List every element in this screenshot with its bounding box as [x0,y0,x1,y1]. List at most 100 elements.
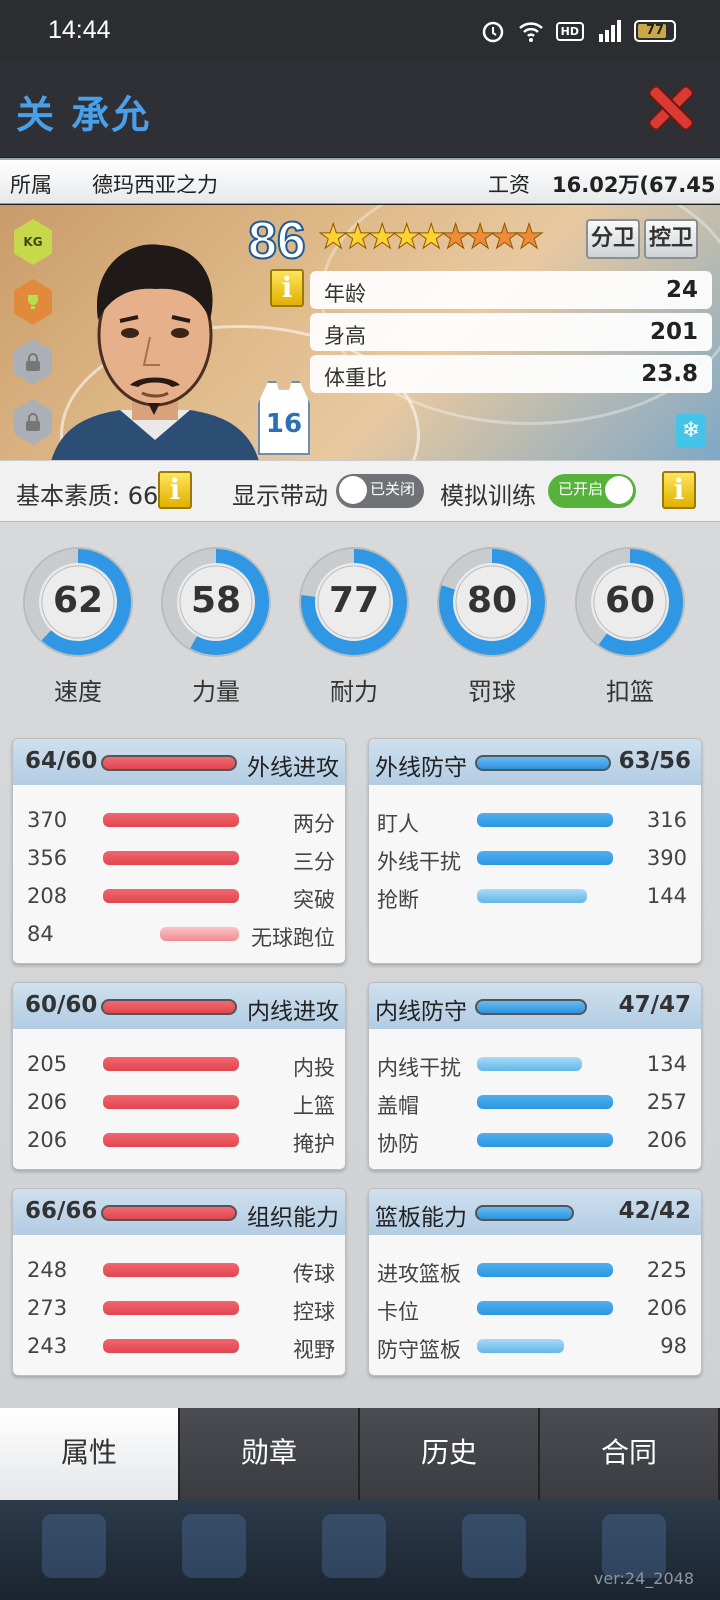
card-inside-defense: 47/47 内线防守 134 内线干扰 257 盖帽 206 协防 [368,982,702,1170]
signal-icon [599,20,621,42]
stat-row: 98 防守篮板 [369,1327,701,1365]
tab-contract[interactable]: 合同 [540,1408,720,1500]
stat-bar [477,813,613,827]
stat-value: 206 [646,1128,687,1152]
show-drive-toggle[interactable]: 已关闭 [336,474,424,508]
stat-name: 内线干扰 [377,1056,461,1080]
gauge-value: 62 [52,580,104,621]
stat-row: 370 两分 [13,801,345,839]
attr-value: 23.8 [641,361,698,387]
stat-name: 协防 [377,1132,419,1156]
attr-row-height: 身高 201 [310,313,712,351]
card-header: 64/60 外线进攻 [13,739,345,785]
player-portrait [51,244,259,460]
stat-name: 无球跑位 [251,926,335,950]
stat-row: 205 内投 [13,1045,345,1083]
gauge-label: 耐力 [330,678,378,706]
card-score: 60/60 [25,992,98,1018]
stat-value: 370 [27,808,68,832]
info-icon[interactable]: i [270,269,304,307]
stat-row: 208 突破 [13,877,345,915]
stat-value: 98 [660,1334,687,1358]
stat-row: 390 外线干扰 [369,839,701,877]
gauge: 80 [436,546,548,658]
nav-icon [42,1514,106,1578]
nav-icon [322,1514,386,1578]
sim-training-toggle[interactable]: 已开启 [548,474,636,508]
card-score: 47/47 [618,992,691,1018]
stat-bar [477,1339,565,1353]
card-title: 内线防守 [375,999,467,1025]
alarm-icon [482,21,503,43]
hd-icon: HD [555,21,584,41]
stat-name: 内投 [293,1056,335,1080]
card-inside-offense: 60/60 内线进攻 205 内投 206 上篮 206 掩护 [12,982,346,1170]
tab-attributes[interactable]: 属性 [0,1408,180,1500]
card-score: 63/56 [618,748,691,774]
card-header: 60/60 内线进攻 [13,983,345,1029]
stat-bar [103,851,239,865]
position-point-guard-button[interactable]: 控卫 [644,219,698,259]
stat-value: 206 [27,1128,68,1152]
stat-bar [477,1095,613,1109]
stat-name: 盖帽 [377,1094,419,1118]
sim-training-label: 模拟训练 [440,482,536,510]
stat-row: 243 视野 [13,1327,345,1365]
stat-row: 84 无球跑位 [13,915,345,953]
affiliation-row: 所属 德玛西亚之力 工资 16.02万(67.45万) [0,158,720,227]
gauge: 58 [160,546,272,658]
card-title: 组织能力 [247,1205,339,1231]
info-icon[interactable]: i [662,471,696,509]
lock-badge-icon[interactable] [14,399,52,445]
card-title: 外线防守 [375,755,467,781]
stat-value: 316 [646,808,687,832]
stat-bar [477,1133,613,1147]
attr-value: 201 [649,319,698,345]
status-bar: 14:44 HD 77 [0,0,720,62]
show-drive-label: 显示带动 [232,482,328,510]
stat-value: 225 [646,1258,687,1282]
battery-icon: 77 [634,20,676,42]
stat-value: 390 [646,846,687,870]
card-header: 63/56 外线防守 [369,739,701,785]
trophy-badge-icon[interactable] [14,279,52,325]
stat-bar [103,1263,239,1277]
stat-bar [103,889,239,903]
stat-value: 134 [646,1052,687,1076]
stat-value: 206 [27,1090,68,1114]
stat-name: 进攻篮板 [377,1262,461,1286]
stat-name: 抢断 [377,888,419,912]
lock-badge-icon[interactable] [14,339,52,385]
stat-bar [103,1339,239,1353]
attr-row-age: 年龄 24 [310,271,712,309]
gauge-value: 77 [328,580,380,621]
gauge: 60 [574,546,686,658]
stat-name: 视野 [293,1338,335,1362]
stat-row: 134 内线干扰 [369,1045,701,1083]
stat-row: 356 三分 [13,839,345,877]
close-icon[interactable] [648,84,690,132]
position-shooting-guard-button[interactable]: 分卫 [586,219,640,259]
card-header: 66/66 组织能力 [13,1189,345,1235]
card-outside-defense: 63/56 外线防守 316 盯人 390 外线干扰 144 抢断 [368,738,702,964]
nav-icon [462,1514,526,1578]
tab-medals[interactable]: 勋章 [180,1408,360,1500]
kg-badge-icon[interactable]: KG [14,219,52,265]
tab-history[interactable]: 历史 [360,1408,540,1500]
stat-value: 273 [27,1296,68,1320]
info-icon[interactable]: i [158,471,192,509]
gauge-value: 80 [466,580,518,621]
stat-bar [477,851,613,865]
stat-bar [160,927,239,941]
wifi-icon [518,22,543,42]
stat-name: 突破 [293,888,335,912]
star-rating: ★ ★ ★ ★ ★ ★ ★ ★ ★ [317,217,544,258]
card-title: 外线进攻 [247,755,339,781]
card-score: 64/60 [25,748,98,774]
card-title: 篮板能力 [375,1205,467,1231]
snowflake-icon[interactable]: ❄ [676,414,706,448]
card-outside-offense: 64/60 外线进攻 370 两分 356 三分 208 突破 84 无球跑位 [12,738,346,964]
bottom-nav-background: ver:24_2048 [0,1500,720,1600]
stat-bar [477,1057,582,1071]
stat-value: 144 [646,884,687,908]
